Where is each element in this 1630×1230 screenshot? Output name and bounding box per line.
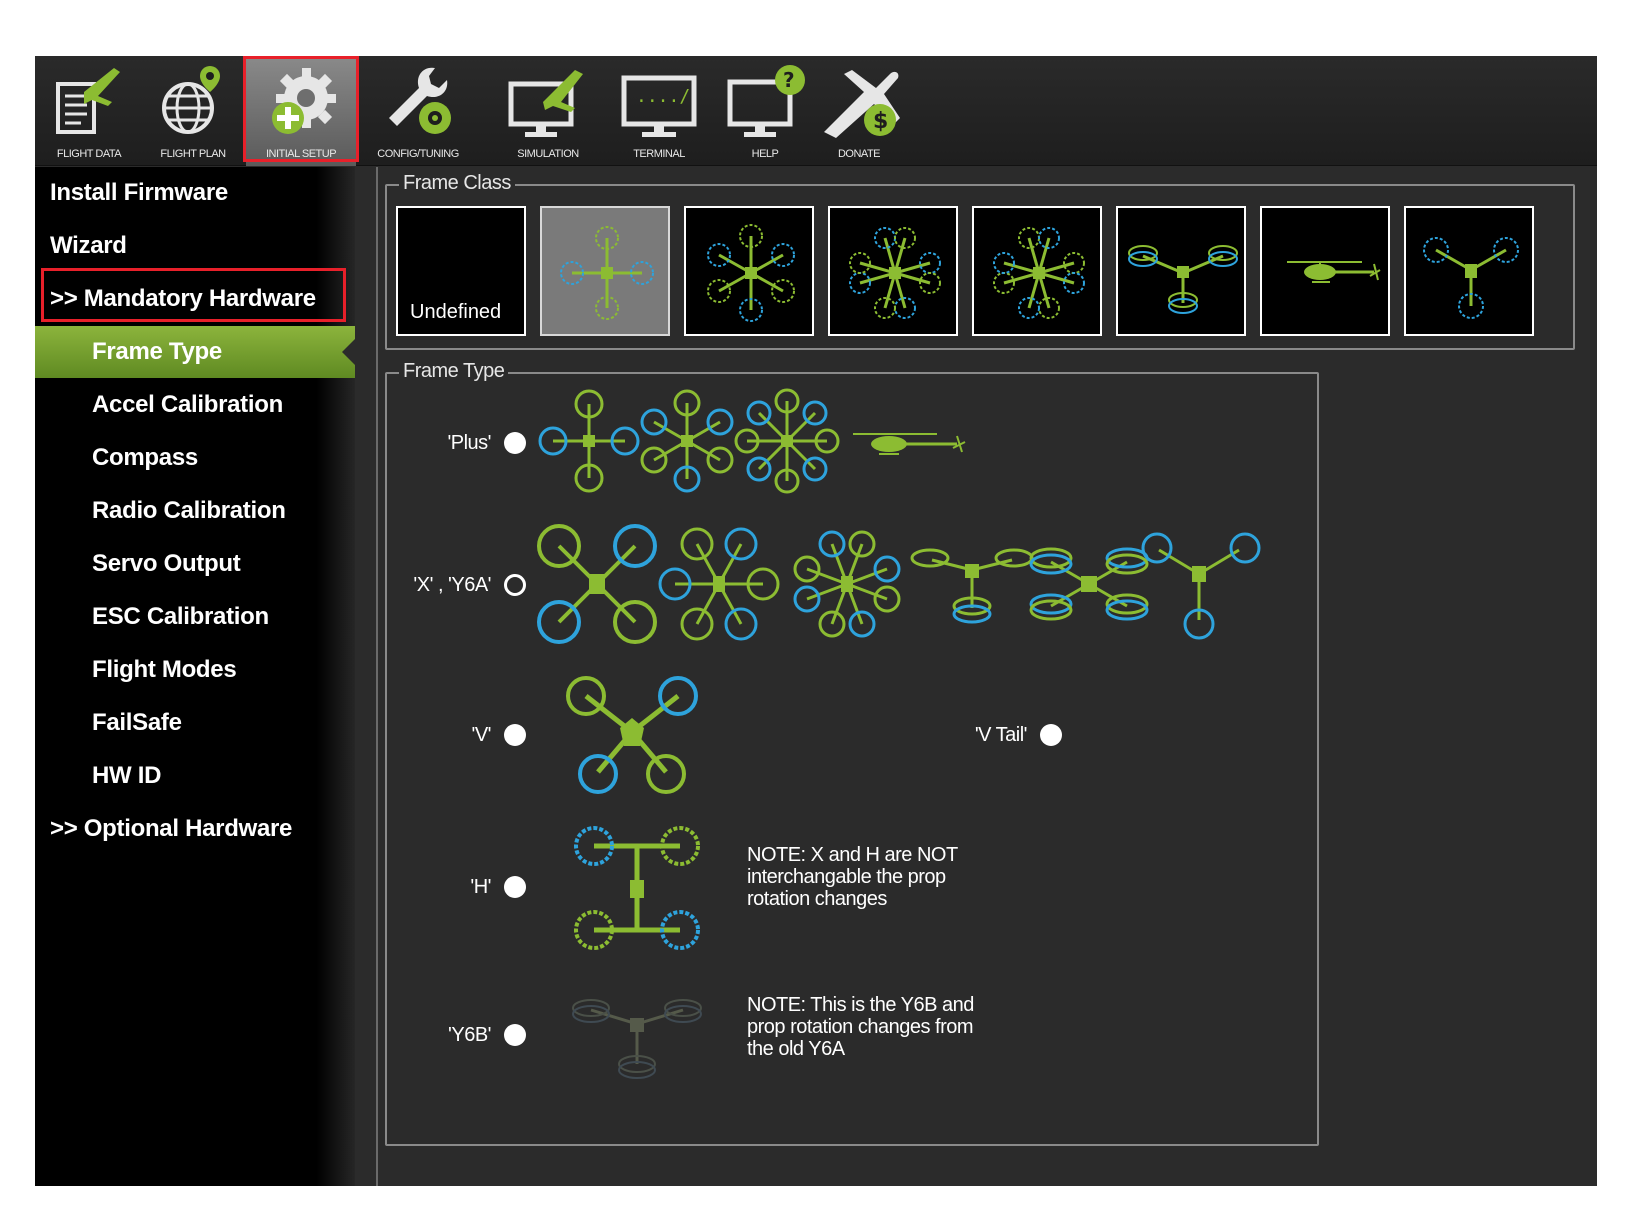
v-tail-radio[interactable] [1040, 724, 1062, 746]
sidebar-item-label: Flight Modes [92, 656, 237, 683]
frame-class-title: Frame Class [399, 172, 515, 195]
flight-plan-icon [162, 66, 220, 134]
config-tuning-icon [389, 67, 451, 134]
sidebar-item-optional-hardware[interactable]: >> Optional Hardware [35, 803, 355, 855]
frame-class-y6[interactable] [1116, 206, 1246, 336]
config-tuning-label: CONFIG/TUNING [377, 148, 459, 160]
sidebar-item-hw-id[interactable]: HW ID [35, 750, 355, 802]
frame-class-group: Frame Class Undefined [385, 172, 1575, 350]
flight-plan-button[interactable]: FLIGHT PLAN [143, 56, 243, 166]
simulation-button[interactable]: SIMULATION [493, 56, 603, 166]
terminal-icon: ..../ [621, 75, 697, 137]
hexa-frame-icon [707, 224, 795, 322]
sidebar-item-accel-calibration[interactable]: Accel Calibration [35, 379, 355, 431]
y6b-note: NOTE: This is the Y6B and prop rotation … [747, 994, 974, 1060]
frame-class-octa[interactable] [828, 206, 958, 336]
tri-frame-icon [1423, 237, 1519, 319]
y6-frame-icon [1128, 245, 1238, 314]
sidebar-item-label: >> Optional Hardware [50, 815, 293, 842]
setup-sidebar: Install Firmware Wizard >> Mandatory Har… [35, 167, 356, 1186]
sidebar-item-label: Compass [92, 444, 198, 471]
sidebar-item-label: Servo Output [92, 550, 241, 577]
sidebar-item-servo-output[interactable]: Servo Output [35, 538, 355, 590]
flight-data-label: FLIGHT DATA [56, 148, 122, 160]
help-button[interactable]: ? HELP [715, 56, 815, 166]
sidebar-item-label: Wizard [50, 232, 127, 259]
svg-text:..../: ..../ [636, 86, 690, 107]
sidebar-item-label: Frame Type [92, 338, 222, 365]
sidebar-item-install-firmware[interactable]: Install Firmware [35, 167, 355, 219]
main-toolbar: FLIGHT DATA FLIGHT PLAN INITIAL SETUP CO… [35, 56, 1597, 166]
flight-data-icon [56, 68, 120, 134]
donate-icon: $ [824, 70, 900, 138]
config-tuning-button[interactable]: CONFIG/TUNING [358, 56, 478, 166]
help-label: HELP [751, 148, 779, 160]
initial-setup-label: INITIAL SETUP [265, 148, 337, 160]
sidebar-item-failsafe[interactable]: FailSafe [35, 697, 355, 749]
sidebar-item-compass[interactable]: Compass [35, 432, 355, 484]
mission-planner-window: FLIGHT DATA FLIGHT PLAN INITIAL SETUP CO… [35, 56, 1597, 1186]
initial-setup-button[interactable]: INITIAL SETUP [246, 56, 356, 166]
selection-notch [342, 338, 356, 366]
simulation-label: SIMULATION [517, 148, 579, 160]
sidebar-item-wizard[interactable]: Wizard [35, 220, 355, 272]
sidebar-item-frame-type[interactable]: Frame Type [35, 326, 356, 378]
h-frame-diagram [574, 826, 700, 950]
sidebar-divider [376, 167, 378, 1186]
sidebar-item-mandatory-hardware[interactable]: >> Mandatory Hardware [35, 273, 355, 325]
sidebar-item-label: Accel Calibration [92, 391, 283, 418]
sidebar-item-label: HW ID [92, 762, 162, 789]
sidebar-item-label: FailSafe [92, 709, 182, 736]
v-frame-diagram [566, 676, 698, 794]
frame-type-group: Frame Type 'Plus' 'X' , 'Y6A' 'V' 'V Tai… [385, 360, 1319, 1146]
flight-plan-label: FLIGHT PLAN [160, 148, 226, 160]
quad-frame-icon [560, 226, 654, 320]
simulation-icon [508, 70, 583, 137]
frame-type-title: Frame Type [399, 360, 509, 383]
terminal-label: TERMINAL [633, 148, 685, 160]
svg-text:$: $ [873, 109, 888, 134]
frame-class-hexa[interactable] [684, 206, 814, 336]
plus-frames-diagram [538, 388, 966, 494]
y6b-radio[interactable] [504, 1024, 526, 1046]
frame-class-quad[interactable] [540, 206, 670, 336]
octa-frame-icon [849, 227, 941, 319]
plus-label: 'Plus' [447, 432, 491, 454]
h-note: NOTE: X and H are NOT interchangable the… [747, 844, 958, 910]
frame-class-tri[interactable] [1404, 206, 1534, 336]
sidebar-item-label: >> Mandatory Hardware [50, 285, 316, 312]
sidebar-item-label: Install Firmware [50, 179, 228, 206]
v-tail-label: 'V Tail' [974, 724, 1028, 746]
frame-class-octa-quad[interactable] [972, 206, 1102, 336]
sidebar-item-radio-calibration[interactable]: Radio Calibration [35, 485, 355, 537]
frame-class-heli[interactable] [1260, 206, 1390, 336]
frame-class-undefined[interactable]: Undefined [396, 206, 526, 336]
v-radio[interactable] [504, 724, 526, 746]
x-frames-diagram [537, 524, 1261, 644]
initial-setup-icon [272, 68, 336, 134]
x-y6a-label: 'X' , 'Y6A' [413, 574, 491, 596]
donate-button[interactable]: $ DONATE [809, 56, 909, 166]
donate-label: DONATE [837, 148, 881, 160]
plus-radio[interactable] [504, 432, 526, 454]
h-label: 'H' [470, 876, 491, 898]
octa-quad-frame-icon [993, 227, 1085, 319]
v-label: 'V' [471, 724, 492, 746]
helicopter-icon [1287, 261, 1381, 283]
svg-text:?: ? [783, 68, 795, 92]
y6b-label: 'Y6B' [448, 1024, 491, 1046]
frame-class-label: Undefined [410, 301, 502, 323]
y6b-frame-diagram [572, 999, 702, 1079]
sidebar-item-label: ESC Calibration [92, 603, 269, 630]
flight-data-button[interactable]: FLIGHT DATA [39, 56, 139, 166]
x-y6a-radio[interactable] [504, 574, 526, 596]
h-radio[interactable] [504, 876, 526, 898]
terminal-button[interactable]: ..../ TERMINAL [609, 56, 709, 166]
sidebar-item-label: Radio Calibration [92, 497, 286, 524]
sidebar-item-flight-modes[interactable]: Flight Modes [35, 644, 355, 696]
sidebar-item-esc-calibration[interactable]: ESC Calibration [35, 591, 355, 643]
help-icon: ? [727, 65, 805, 137]
